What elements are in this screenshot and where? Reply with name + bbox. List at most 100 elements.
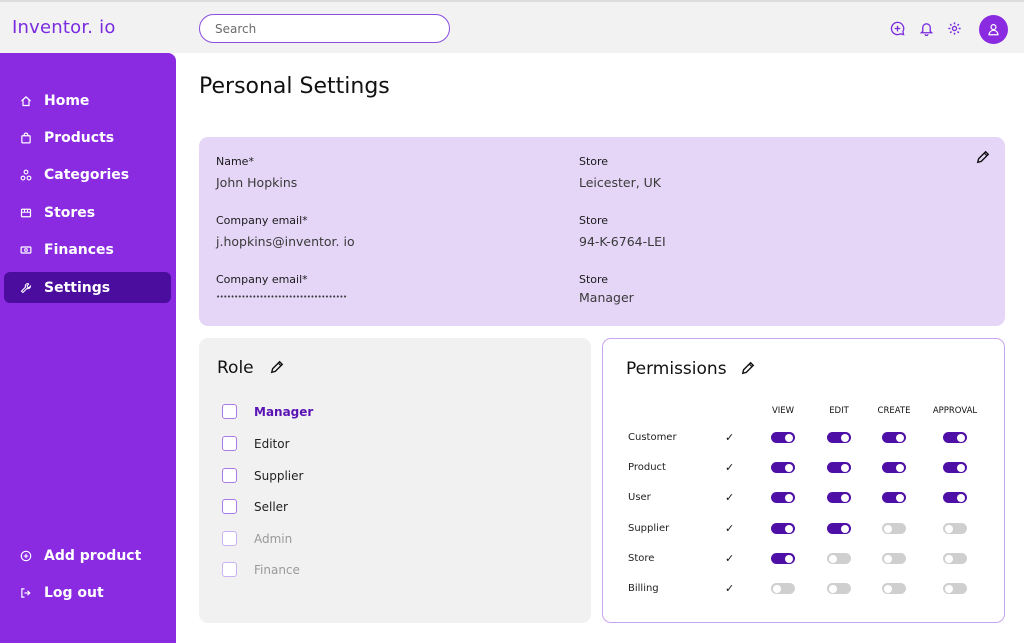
sidebar-item-categories[interactable]: Categories bbox=[4, 159, 171, 190]
role-label: Manager bbox=[254, 404, 314, 419]
role-checkbox[interactable] bbox=[222, 404, 237, 419]
permission-row-label: Product bbox=[628, 462, 666, 473]
sidebar-item-stores[interactable]: Stores bbox=[4, 197, 171, 228]
sidebar: Home Products Categories Stores Finances… bbox=[0, 53, 176, 643]
permission-toggle-create[interactable] bbox=[882, 523, 906, 534]
role-option-manager[interactable]: Manager bbox=[222, 404, 313, 419]
role-option-admin[interactable]: Admin bbox=[222, 531, 292, 546]
sidebar-item-settings[interactable]: Settings bbox=[4, 272, 171, 303]
permission-toggle-create[interactable] bbox=[882, 462, 906, 473]
sidebar-item-label: Finances bbox=[44, 241, 114, 258]
check-icon: ✓ bbox=[725, 431, 735, 444]
store-code-value[interactable]: 94-K-6764-LEI bbox=[579, 234, 666, 249]
gear-icon[interactable] bbox=[946, 20, 962, 36]
password-label: Company email* bbox=[216, 273, 308, 286]
shapes-icon bbox=[19, 168, 33, 182]
logout-button[interactable]: Log out bbox=[4, 577, 171, 608]
edit-profile-button[interactable] bbox=[975, 149, 991, 165]
role-checkbox[interactable] bbox=[222, 499, 237, 514]
store-location-value[interactable]: Leicester, UK bbox=[579, 175, 661, 190]
permission-toggle-approval[interactable] bbox=[943, 432, 967, 443]
sidebar-item-home[interactable]: Home bbox=[4, 85, 171, 116]
permission-toggle-create[interactable] bbox=[882, 553, 906, 564]
store-label: Store bbox=[579, 155, 609, 168]
permission-toggle-create[interactable] bbox=[882, 583, 906, 594]
role-checkbox[interactable] bbox=[222, 562, 237, 577]
company-email-label: Company email* bbox=[216, 214, 308, 227]
home-icon bbox=[19, 94, 33, 108]
sidebar-item-products[interactable]: Products bbox=[4, 122, 171, 153]
add-product-label: Add product bbox=[44, 547, 142, 564]
chat-add-icon[interactable] bbox=[889, 20, 905, 36]
permission-toggle-edit[interactable] bbox=[827, 432, 851, 443]
role-checkbox[interactable] bbox=[222, 468, 237, 483]
check-icon: ✓ bbox=[725, 522, 735, 535]
sidebar-item-label: Stores bbox=[44, 204, 96, 221]
permissions-title: Permissions bbox=[626, 359, 727, 379]
sidebar-item-label: Products bbox=[44, 129, 115, 146]
avatar[interactable] bbox=[979, 15, 1008, 44]
permission-row-label: Billing bbox=[628, 583, 659, 594]
role-option-supplier[interactable]: Supplier bbox=[222, 468, 303, 483]
permission-toggle-view[interactable] bbox=[771, 553, 795, 564]
edit-permissions-button[interactable] bbox=[740, 360, 756, 376]
role-label: Editor bbox=[254, 436, 290, 451]
permission-toggle-edit[interactable] bbox=[827, 492, 851, 503]
store-code-label: Store bbox=[579, 214, 609, 227]
permission-toggle-edit[interactable] bbox=[827, 553, 851, 564]
permission-toggle-create[interactable] bbox=[882, 492, 906, 503]
role-label: Supplier bbox=[254, 468, 304, 483]
user-icon bbox=[988, 24, 999, 36]
permission-toggle-approval[interactable] bbox=[943, 583, 967, 594]
permission-toggle-approval[interactable] bbox=[943, 462, 967, 473]
app-logo[interactable]: Inventor. io bbox=[12, 17, 116, 38]
permission-toggle-create[interactable] bbox=[882, 432, 906, 443]
check-icon: ✓ bbox=[725, 552, 735, 565]
bag-icon bbox=[19, 131, 33, 145]
role-label: Finance bbox=[254, 562, 300, 577]
add-product-button[interactable]: Add product bbox=[4, 540, 171, 571]
check-icon: ✓ bbox=[725, 491, 735, 504]
permission-row-label: User bbox=[628, 492, 651, 503]
permission-toggle-view[interactable] bbox=[771, 462, 795, 473]
company-email-value[interactable]: j.hopkins@inventor. io bbox=[216, 234, 355, 249]
permissions-card: Permissions VIEW EDIT CREATE APPROVAL Cu… bbox=[602, 338, 1005, 623]
logout-icon bbox=[19, 586, 33, 600]
permission-toggle-approval[interactable] bbox=[943, 492, 967, 503]
edit-role-button[interactable] bbox=[269, 359, 285, 375]
money-icon bbox=[19, 243, 33, 257]
bell-icon[interactable] bbox=[918, 20, 934, 36]
store-role-label: Store bbox=[579, 273, 609, 286]
sidebar-item-finances[interactable]: Finances bbox=[4, 234, 171, 265]
permission-row-label: Customer bbox=[628, 432, 677, 443]
profile-card: Name* John Hopkins Store Leicester, UK C… bbox=[199, 137, 1005, 326]
permission-row-label: Supplier bbox=[628, 523, 670, 534]
sidebar-item-label: Categories bbox=[44, 166, 130, 183]
role-card: Role Manager Editor Supplier Seller Admi… bbox=[199, 338, 591, 623]
role-label: Seller bbox=[254, 499, 288, 514]
permission-toggle-edit[interactable] bbox=[827, 462, 851, 473]
role-option-finance[interactable]: Finance bbox=[222, 562, 300, 577]
wrench-icon bbox=[19, 281, 33, 295]
sidebar-item-label: Settings bbox=[44, 279, 111, 296]
permission-toggle-approval[interactable] bbox=[943, 523, 967, 534]
permission-toggle-view[interactable] bbox=[771, 583, 795, 594]
plus-circle-icon bbox=[19, 549, 33, 563]
store-role-value[interactable]: Manager bbox=[579, 290, 634, 305]
store-icon bbox=[19, 206, 33, 220]
pencil-icon bbox=[741, 361, 755, 375]
search-input[interactable] bbox=[199, 14, 450, 43]
role-option-editor[interactable]: Editor bbox=[222, 436, 290, 451]
role-checkbox[interactable] bbox=[222, 531, 237, 546]
name-value[interactable]: John Hopkins bbox=[216, 175, 297, 190]
permission-toggle-approval[interactable] bbox=[943, 553, 967, 564]
password-value[interactable]: •••••••••••••••••••••••••••••••••••• bbox=[216, 293, 347, 301]
column-header-view: VIEW bbox=[771, 406, 795, 416]
permission-toggle-edit[interactable] bbox=[827, 523, 851, 534]
permission-toggle-view[interactable] bbox=[771, 432, 795, 443]
permission-toggle-view[interactable] bbox=[771, 523, 795, 534]
role-checkbox[interactable] bbox=[222, 436, 237, 451]
permission-toggle-view[interactable] bbox=[771, 492, 795, 503]
permission-toggle-edit[interactable] bbox=[827, 583, 851, 594]
role-option-seller[interactable]: Seller bbox=[222, 499, 288, 514]
